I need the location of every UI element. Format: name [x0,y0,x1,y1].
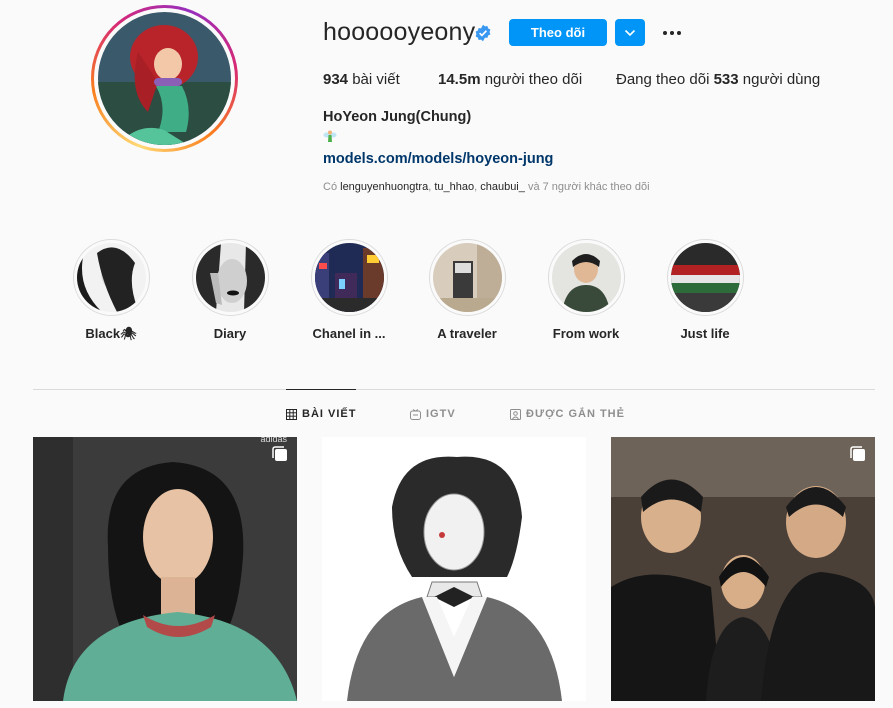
highlight-label: A traveler [437,326,497,341]
followed-by-text[interactable]: Có lenguyenhuongtra, tu_hhao, chaubui_ v… [323,181,650,193]
post-tile[interactable] [611,437,875,701]
tab-posts[interactable]: BÀI VIẾT [286,408,356,420]
following-label: người dùng [742,71,821,88]
highlight-diary[interactable]: Diary [175,239,285,341]
followed-by-user[interactable]: chaubui_ [480,181,525,193]
followed-by-user[interactable]: tu_hhao [434,181,474,193]
highlight-traveler[interactable]: A traveler [412,239,522,341]
profile-fullname: HoYeon Jung(Chung) [323,109,472,125]
post-tile[interactable]: adidas [33,437,297,701]
mermaid-avatar-icon [98,12,231,145]
igtv-icon [410,408,421,420]
posts-label: bài viết [352,71,400,88]
tab-igtv[interactable]: IGTV [410,408,456,420]
followed-by-user[interactable]: lenguyenhuongtra [340,181,428,193]
following-prefix: Đang theo dõi [616,71,710,88]
post-image [322,437,586,701]
profile-username: hoooooyeony [323,18,476,46]
bio-website-link[interactable]: models.com/models/hoyeon-jung [323,151,553,167]
highlight-label: From work [552,326,620,341]
tab-label: BÀI VIẾT [302,408,357,420]
highlight-thumbnail [551,243,621,312]
post-image [33,437,297,701]
suggested-dropdown-button[interactable] [615,19,645,46]
highlight-black[interactable]: Black🕷 [56,239,166,342]
following-stat[interactable]: Đang theo dõi 533 người dùng [616,71,820,88]
followers-label: người theo dõi [484,71,583,88]
highlight-from-work[interactable]: From work [531,239,641,341]
highlight-thumbnail [432,243,502,312]
highlight-thumbnail [195,243,265,312]
followed-by-suffix: và 7 người khác theo dõi [527,181,650,193]
tab-label: ĐƯỢC GẮN THẺ [526,408,625,420]
highlight-label: Black🕷 [85,326,137,341]
tagged-icon [510,408,521,420]
verified-badge-icon [475,24,491,42]
carousel-icon [272,446,287,461]
fairy-emoji-icon [323,130,337,142]
following-count: 533 [713,71,739,88]
post-tile[interactable] [322,437,586,701]
highlight-thumbnail [76,243,146,312]
more-options-button[interactable] [660,21,684,45]
highlight-just-life[interactable]: Just life [650,239,760,341]
grid-icon [286,408,297,420]
highlight-thumbnail [670,243,740,312]
chevron-down-icon [624,29,636,36]
followers-count: 14.5m [438,71,481,88]
more-dots-icon [663,31,681,35]
highlight-label: Just life [680,326,730,341]
highlight-chanel[interactable]: Chanel in ... [294,239,404,341]
follow-button[interactable]: Theo dõi [509,19,607,46]
followed-by-prefix: Có [323,181,338,193]
posts-stat: 934 bài viết [323,71,400,88]
post-image [611,437,875,701]
highlight-thumbnail [314,243,384,312]
tab-label: IGTV [426,408,456,420]
followers-stat[interactable]: 14.5m người theo dõi [438,71,582,88]
tab-tagged[interactable]: ĐƯỢC GẮN THẺ [510,408,625,420]
active-tab-indicator [286,389,356,390]
post-watermark: adidas [260,437,287,444]
carousel-icon [850,446,865,461]
tabs-divider [33,389,875,390]
highlight-label: Chanel in ... [312,326,386,341]
profile-avatar[interactable] [91,5,238,152]
highlight-label: Diary [213,326,247,341]
posts-count: 934 [323,71,349,88]
